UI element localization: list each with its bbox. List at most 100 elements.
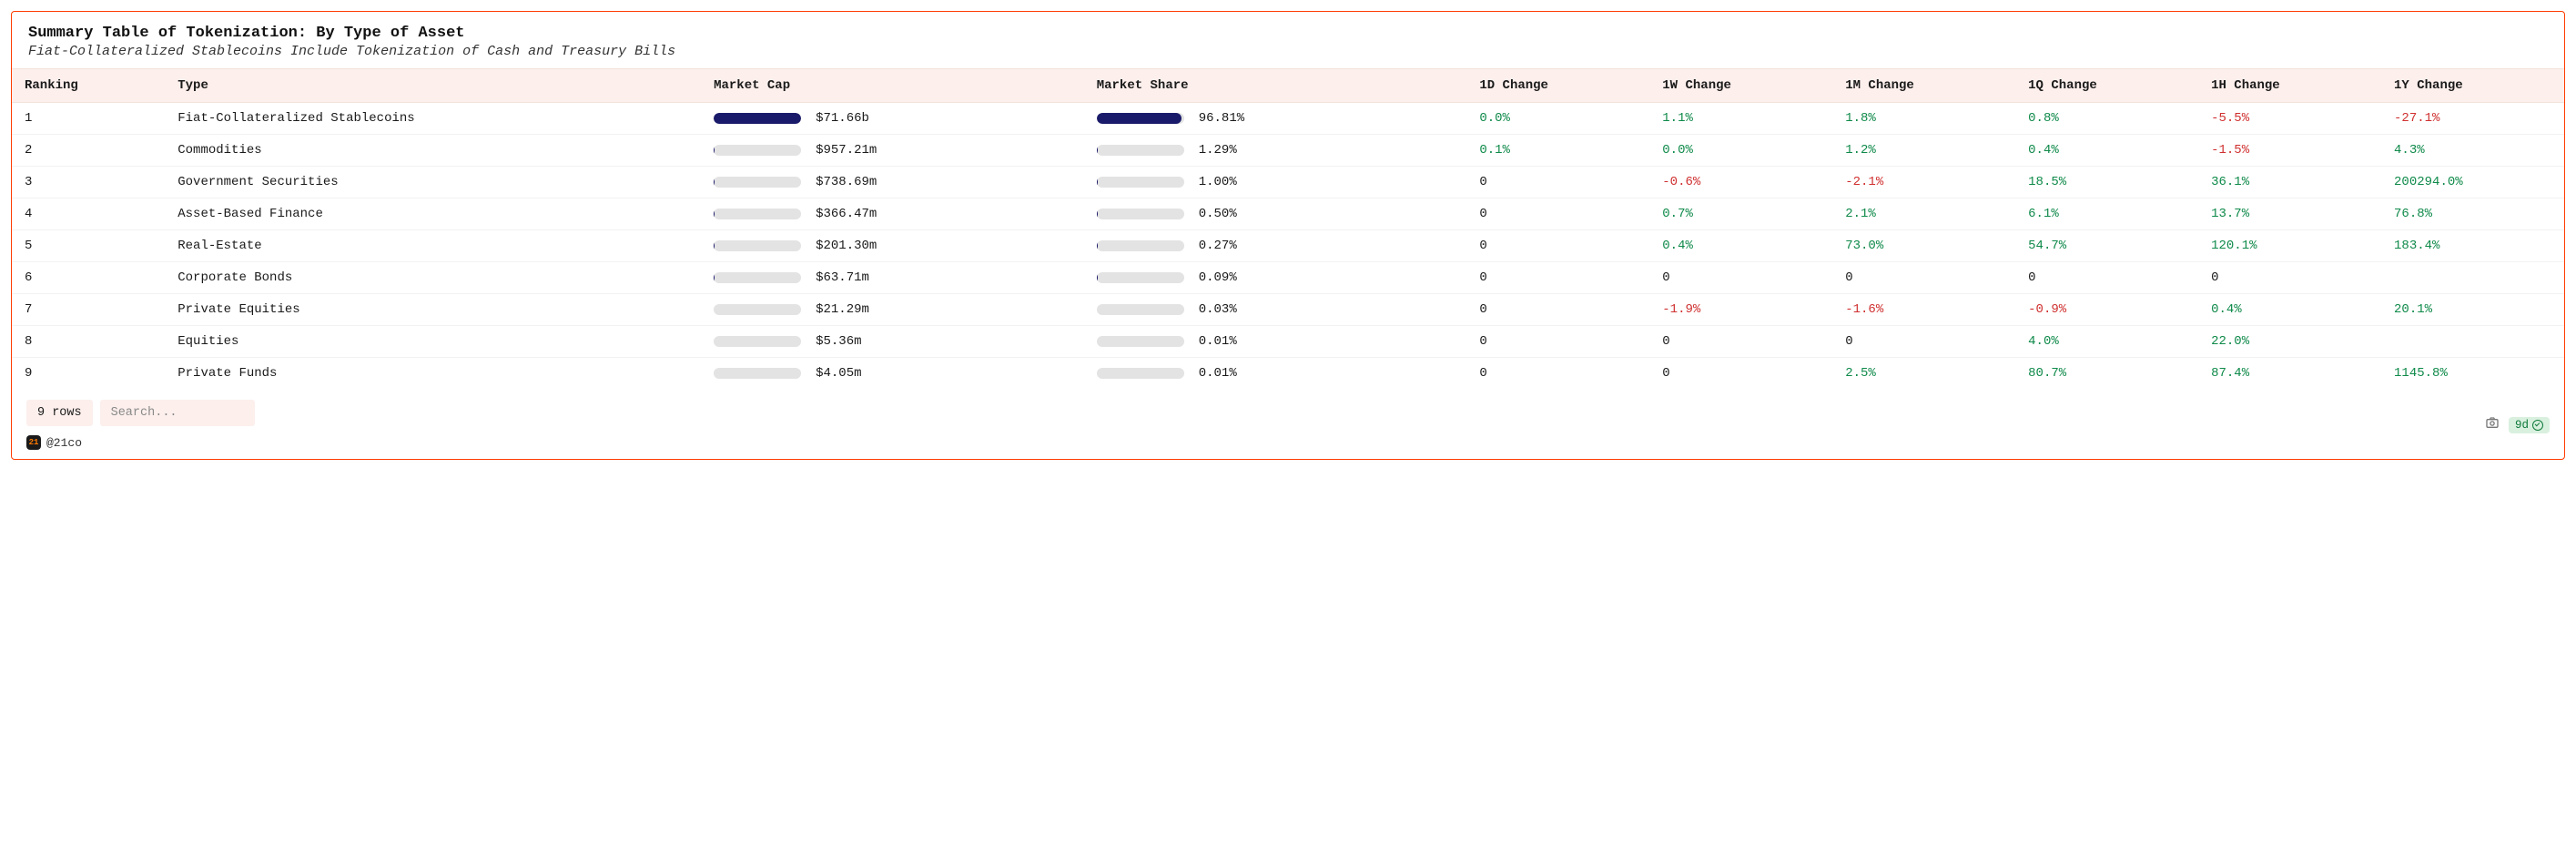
col-ranking[interactable]: Ranking xyxy=(12,69,165,103)
market-share-cell-value: 0.03% xyxy=(1199,302,1237,317)
summary-card: Summary Table of Tokenization: By Type o… xyxy=(11,11,2565,460)
type-cell: Asset-Based Finance xyxy=(165,199,701,230)
market-cap-cell-value: $71.66b xyxy=(816,111,869,126)
ranking-value: 2 xyxy=(25,143,32,158)
market-cap-cell: $957.21m xyxy=(701,135,1084,167)
screenshot-icon[interactable] xyxy=(2485,415,2500,434)
market-cap-cell: $63.71m xyxy=(701,262,1084,294)
d1-cell: 0.1% xyxy=(1466,135,1649,167)
y1-cell: 4.3% xyxy=(2381,135,2564,167)
m1-value: -2.1% xyxy=(1845,175,1883,189)
bar-track xyxy=(1097,177,1184,188)
h1-cell: 0 xyxy=(2198,262,2381,294)
w1-cell: 0 xyxy=(1649,358,1832,390)
bar-track xyxy=(1097,145,1184,156)
y1-cell xyxy=(2381,326,2564,358)
q1-cell: 6.1% xyxy=(2015,199,2198,230)
h1-cell: 87.4% xyxy=(2198,358,2381,390)
w1-cell: 0.7% xyxy=(1649,199,1832,230)
market-share-cell: 0.27% xyxy=(1084,230,1467,262)
col-market-share[interactable]: Market Share xyxy=(1084,69,1467,103)
market-cap-cell-value: $5.36m xyxy=(816,334,861,349)
q1-value: 0.4% xyxy=(2028,143,2059,158)
m1-value: 2.5% xyxy=(1845,366,1876,381)
h1-cell: 0.4% xyxy=(2198,294,2381,326)
ranking-value: 8 xyxy=(25,334,32,349)
col-1d-change[interactable]: 1D Change xyxy=(1466,69,1649,103)
market-share-cell: 1.29% xyxy=(1084,135,1467,167)
w1-value: 0.4% xyxy=(1662,239,1693,253)
market-cap-cell-value: $366.47m xyxy=(816,207,877,221)
col-1q-change[interactable]: 1Q Change xyxy=(2015,69,2198,103)
h1-value: -1.5% xyxy=(2211,143,2249,158)
w1-cell: 1.1% xyxy=(1649,103,1832,135)
col-type[interactable]: Type xyxy=(165,69,701,103)
market-share-cell-value: 96.81% xyxy=(1199,111,1244,126)
market-share-cell: 0.01% xyxy=(1084,358,1467,390)
table-row[interactable]: 7Private Equities$21.29m0.03%0-1.9%-1.6%… xyxy=(12,294,2564,326)
q1-cell: 54.7% xyxy=(2015,230,2198,262)
d1-value: 0 xyxy=(1479,270,1486,285)
market-share-cell-value: 0.09% xyxy=(1199,270,1237,285)
table-row[interactable]: 5Real-Estate$201.30m0.27%00.4%73.0%54.7%… xyxy=(12,230,2564,262)
type-value: Real-Estate xyxy=(177,239,261,253)
d1-cell: 0.0% xyxy=(1466,103,1649,135)
attribution-text: @21co xyxy=(46,436,82,450)
attribution: 21 @21co xyxy=(26,435,82,450)
col-1w-change[interactable]: 1W Change xyxy=(1649,69,1832,103)
table-row[interactable]: 6Corporate Bonds$63.71m0.09%00000 xyxy=(12,262,2564,294)
table-row[interactable]: 9Private Funds$4.05m0.01%002.5%80.7%87.4… xyxy=(12,358,2564,390)
table-row[interactable]: 1 Fiat-Collateralized Stablecoins $71.66b 9… xyxy=(12,103,2564,135)
ranking-cell: 1 xyxy=(12,103,165,135)
row-count-badge: 9 rows xyxy=(26,400,93,426)
m1-cell: 2.1% xyxy=(1832,199,2015,230)
bar-fill xyxy=(714,177,715,188)
col-1y-change[interactable]: 1Y Change xyxy=(2381,69,2564,103)
data-table: Ranking Type Market Cap Market Share 1D … xyxy=(12,68,2564,389)
table-row[interactable]: 4Asset-Based Finance $366.47m 0.50%00.7%2.… xyxy=(12,199,2564,230)
col-market-cap[interactable]: Market Cap xyxy=(701,69,1084,103)
bar-fill xyxy=(714,145,715,156)
y1-cell: 183.4% xyxy=(2381,230,2564,262)
y1-value: 20.1% xyxy=(2394,302,2432,317)
ranking-cell: 2 xyxy=(12,135,165,167)
h1-value: 0 xyxy=(2211,270,2218,285)
card-footer: 9 rows 21 @21co 9d xyxy=(12,389,2564,459)
y1-value: 4.3% xyxy=(2394,143,2425,158)
ranking-cell: 4 xyxy=(12,199,165,230)
table-row[interactable]: 3Government Securities$738.69m1.00%0-0.6… xyxy=(12,167,2564,199)
y1-value: 200294.0% xyxy=(2394,175,2463,189)
market-cap-cell-value: $21.29m xyxy=(816,302,869,317)
market-share-cell: 0.09% xyxy=(1084,262,1467,294)
table-row[interactable]: 2Commodities$957.21m1.29%0.1%0.0%1.2%0.4… xyxy=(12,135,2564,167)
col-1m-change[interactable]: 1M Change xyxy=(1832,69,2015,103)
type-value: Fiat-Collateralized Stablecoins xyxy=(177,111,414,126)
y1-cell: 76.8% xyxy=(2381,199,2564,230)
m1-cell: 0 xyxy=(1832,262,2015,294)
y1-value: 1145.8% xyxy=(2394,366,2448,381)
table-header-row: Ranking Type Market Cap Market Share 1D … xyxy=(12,69,2564,103)
h1-value: 120.1% xyxy=(2211,239,2257,253)
w1-cell: 0 xyxy=(1649,262,1832,294)
bar-track xyxy=(1097,240,1184,251)
ranking-cell: 5 xyxy=(12,230,165,262)
bar-track xyxy=(714,336,801,347)
y1-cell: 20.1% xyxy=(2381,294,2564,326)
w1-value: 0 xyxy=(1662,366,1669,381)
table-row[interactable]: 8Equities$5.36m0.01%0004.0%22.0% xyxy=(12,326,2564,358)
m1-cell: 73.0% xyxy=(1832,230,2015,262)
w1-value: 0.0% xyxy=(1662,143,1693,158)
y1-value: 76.8% xyxy=(2394,207,2432,221)
d1-cell: 0 xyxy=(1466,199,1649,230)
m1-value: 1.2% xyxy=(1845,143,1876,158)
q1-cell: 0 xyxy=(2015,262,2198,294)
col-1h-change[interactable]: 1H Change xyxy=(2198,69,2381,103)
bar-track xyxy=(714,272,801,283)
bar-track xyxy=(1097,336,1184,347)
market-share-cell-value: 0.01% xyxy=(1199,366,1237,381)
market-share-cell: 0.03% xyxy=(1084,294,1467,326)
market-share-cell: 0.50% xyxy=(1084,199,1467,230)
type-value: Government Securities xyxy=(177,175,338,189)
search-input[interactable] xyxy=(100,400,255,426)
w1-cell: 0.0% xyxy=(1649,135,1832,167)
